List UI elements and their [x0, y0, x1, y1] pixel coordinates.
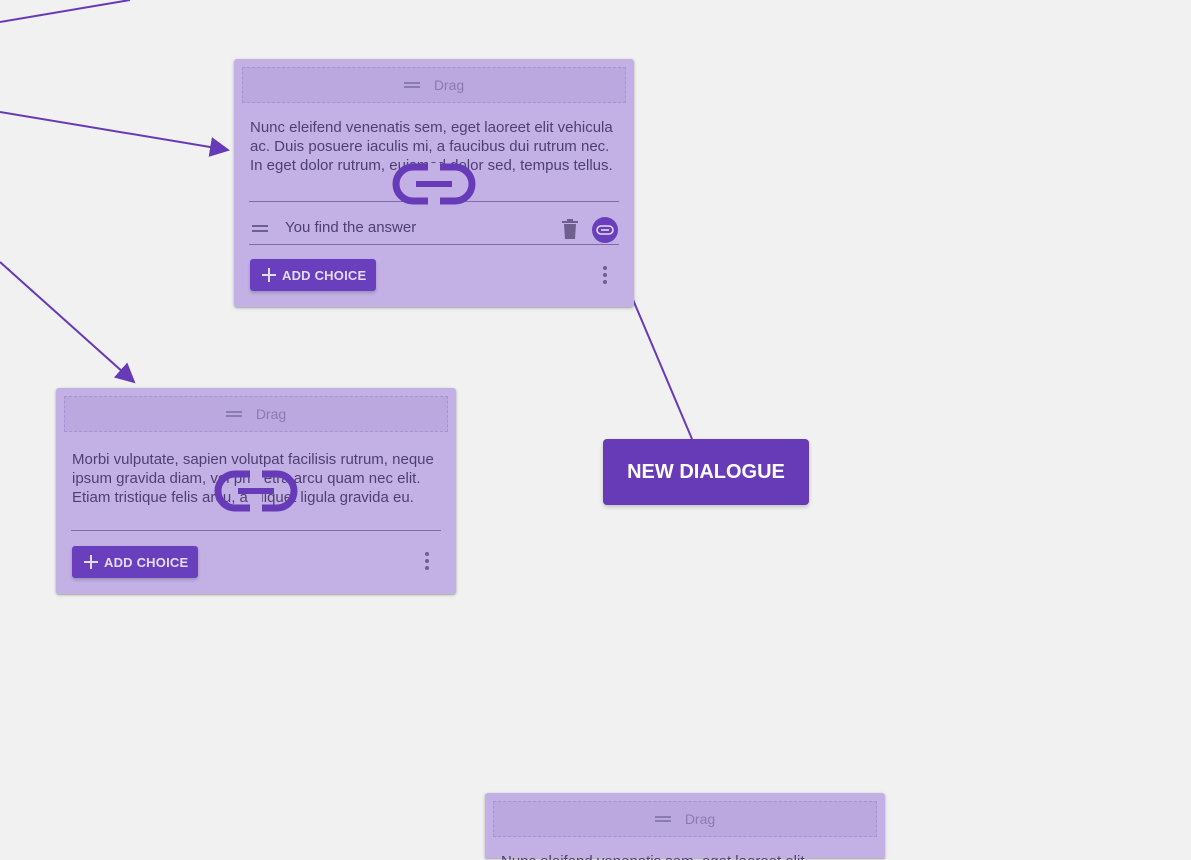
dialogue-node: Drag Nunc eleifend venenatis sem, eget l… [485, 793, 885, 860]
drag-handle-icon [654, 816, 671, 822]
plus-icon [84, 555, 98, 569]
drag-label: Drag [255, 406, 287, 422]
connection-line [0, 0, 131, 23]
drag-label: Drag [684, 811, 716, 827]
drag-handle-icon [403, 82, 420, 88]
add-choice-label: ADD CHOICE [104, 554, 189, 570]
more-vert-icon[interactable] [602, 266, 608, 284]
delete-icon[interactable] [562, 219, 578, 239]
link-icon[interactable] [592, 217, 618, 243]
drag-handle-icon[interactable] [252, 225, 268, 232]
choice-text[interactable]: You find the answer [285, 219, 416, 236]
choice-row: You find the answer [250, 217, 618, 245]
add-choice-label: ADD CHOICE [282, 267, 367, 283]
more-vert-icon[interactable] [424, 552, 430, 570]
node-text[interactable]: Nunc eleifend venenatis sem, eget laoree… [501, 852, 869, 860]
drag-handle[interactable]: Drag [493, 801, 877, 837]
drag-handle-icon [225, 411, 242, 417]
drag-handle[interactable]: Drag [64, 396, 448, 432]
new-dialogue-button[interactable]: NEW DIALOGUE [603, 439, 809, 505]
add-choice-button[interactable]: ADD CHOICE [250, 259, 377, 291]
link-icon[interactable] [392, 163, 476, 205]
drag-label: Drag [433, 77, 465, 93]
divider [249, 244, 619, 245]
link-icon[interactable] [214, 470, 298, 512]
add-choice-button[interactable]: ADD CHOICE [72, 546, 199, 578]
drag-handle[interactable]: Drag [242, 67, 626, 103]
connection-arrow [0, 111, 230, 157]
connection-arrow [0, 261, 136, 384]
divider [71, 530, 441, 531]
plus-icon [262, 268, 276, 282]
